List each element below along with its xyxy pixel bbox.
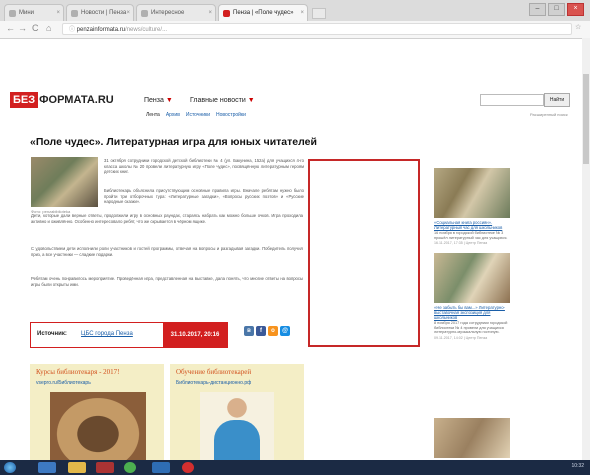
news-thumbnail[interactable]: [434, 348, 510, 398]
ad-image-figure: [214, 420, 260, 464]
windows-taskbar: 10:32: [0, 460, 590, 475]
article-paragraph: Библиотекарь объяснила присутствующим ос…: [104, 188, 304, 205]
ad-banner-placeholder: [308, 159, 420, 347]
ad-panel-training[interactable]: Обучение библиотекарей Библиотекарь-дист…: [170, 364, 304, 464]
dropdown-arrow-icon: ▼: [165, 97, 173, 104]
browser-tab[interactable]: Новости | Пенза ×: [66, 4, 134, 21]
news-thumbnail[interactable]: [434, 168, 510, 218]
article-paragraph: С удовольствием дети исполнили роли учас…: [31, 246, 303, 257]
news-meta: 09.11.2017, 14:02 | Центр Пенза: [434, 335, 488, 340]
close-tab-icon[interactable]: ×: [208, 5, 212, 21]
ad-image-head-bookshelf: [50, 392, 146, 462]
advanced-search-link[interactable]: Расширенный поиск: [530, 112, 568, 117]
facebook-share-icon[interactable]: f: [256, 326, 266, 336]
news-headline-link[interactable]: «Не забыть бы вам...» Литературно-выстав…: [434, 305, 514, 320]
url-input[interactable]: ⓘ penzainformatа.ru/news/culture/...: [62, 23, 572, 35]
dropdown-arrow-icon: ▼: [247, 97, 255, 104]
mail-share-icon[interactable]: @: [280, 326, 290, 336]
word-taskbar-icon[interactable]: [152, 462, 170, 473]
browser-tab-bar: Мини × Новости | Пенза × Интересное × Пенза…: [0, 0, 590, 21]
explorer-taskbar-icon[interactable]: [68, 462, 86, 473]
article-photo[interactable]: [31, 157, 98, 207]
subnav-newbuildings[interactable]: Новостройки: [216, 112, 246, 118]
related-news-sidebar: «Социальная книга россиян». Литературный…: [434, 168, 514, 398]
browser-tab-active[interactable]: Пенза | «Поле чудес» ×: [218, 4, 308, 21]
sidebar-news-item[interactable]: «Не забыть бы вам...» Литературно-выстав…: [434, 253, 514, 340]
article-paragraph: 31 октября сотрудники городской детской …: [104, 158, 304, 175]
odnoklassniki-share-icon[interactable]: о: [268, 326, 278, 336]
close-tab-icon[interactable]: ×: [126, 5, 130, 21]
media-taskbar-icon[interactable]: [96, 462, 114, 473]
new-tab-button[interactable]: [312, 8, 326, 19]
news-meta: 16.11.2017, 17:35 | Центр Пенза: [434, 241, 488, 246]
vk-share-icon[interactable]: в: [244, 326, 254, 336]
start-button-icon[interactable]: [4, 462, 16, 473]
publish-date: 31.10.2017, 20:16: [163, 323, 227, 347]
opera-taskbar-icon[interactable]: [182, 462, 194, 473]
source-label: Источник:: [37, 331, 67, 337]
window-controls: – □ ×: [527, 3, 584, 16]
subnav-archive[interactable]: Архив: [166, 112, 180, 118]
chrome-taskbar-icon[interactable]: [124, 462, 136, 473]
bookmark-star-icon[interactable]: ☆: [575, 23, 581, 31]
ad-link[interactable]: Библиотекарь-дистанционно.рф: [176, 380, 251, 386]
source-link[interactable]: ЦБС города Пенза: [81, 331, 133, 337]
ie-taskbar-icon[interactable]: [38, 462, 56, 473]
mail-icon: [9, 10, 16, 17]
address-bar-row: ← → C ⌂ ⓘ penzainformatа.ru/news/culture…: [0, 21, 590, 39]
article-title: «Поле чудес». Литературная игра для юных…: [30, 136, 317, 148]
article-paragraph: Ребятам очень понравилось мероприятие. П…: [31, 276, 303, 287]
site-search-input[interactable]: [480, 94, 544, 106]
news-snippet: 8 ноября 2017 года сотрудники городской …: [434, 321, 508, 335]
main-news-menu[interactable]: Главные новости ▼: [190, 97, 255, 104]
ad-panel-courses[interactable]: Курсы библиотекаря - 2017! vsepro.ru/Биб…: [30, 364, 164, 464]
city-selector[interactable]: Пенза ▼: [144, 97, 173, 104]
page-icon: [141, 10, 148, 17]
close-tab-icon[interactable]: ×: [300, 5, 304, 21]
close-window-button[interactable]: ×: [567, 3, 584, 16]
subnav-feed[interactable]: Лента: [146, 112, 160, 118]
page-icon: [71, 10, 78, 17]
close-tab-icon[interactable]: ×: [56, 5, 60, 21]
browser-tab[interactable]: Мини ×: [4, 4, 64, 21]
maximize-button[interactable]: □: [548, 3, 565, 16]
minimize-button[interactable]: –: [529, 3, 546, 16]
back-arrow-icon[interactable]: ←: [6, 23, 15, 33]
site-logo[interactable]: БЕЗ ФОРМАТА.RU: [10, 92, 114, 108]
scrollbar-thumb[interactable]: [583, 74, 589, 164]
forward-arrow-icon[interactable]: →: [18, 23, 27, 33]
source-box: Источник: ЦБС города Пенза 31.10.2017, 2…: [30, 322, 228, 348]
browser-tab[interactable]: Интересное ×: [136, 4, 216, 21]
subnav-sources[interactable]: Источники: [186, 112, 210, 118]
sidebar-news-item[interactable]: «Социальная книга россиян». Литературный…: [434, 168, 514, 245]
page-scrollbar[interactable]: [582, 38, 590, 460]
ad-heading: Курсы библиотекаря - 2017!: [36, 368, 120, 376]
sub-navigation: Лента Архив Источники Новостройки: [146, 112, 252, 118]
news-thumbnail[interactable]: [434, 418, 510, 458]
search-button[interactable]: Найти: [544, 93, 570, 107]
ad-heading: Обучение библиотекарей: [176, 368, 252, 376]
news-snippet: 16 ноября в городской библиотеке № 3 про…: [434, 231, 508, 240]
system-clock[interactable]: 10:32: [571, 463, 584, 469]
site-favicon-icon: [223, 10, 230, 17]
news-thumbnail[interactable]: [434, 253, 510, 304]
reload-icon[interactable]: C: [32, 23, 39, 33]
article-paragraph: Дети, которые дали верные ответы, продол…: [31, 213, 303, 224]
news-headline-link[interactable]: «Социальная книга россиян». Литературный…: [434, 220, 514, 230]
home-icon[interactable]: ⌂: [46, 23, 51, 33]
ad-link[interactable]: vsepro.ru/Библиотекарь: [36, 380, 91, 386]
